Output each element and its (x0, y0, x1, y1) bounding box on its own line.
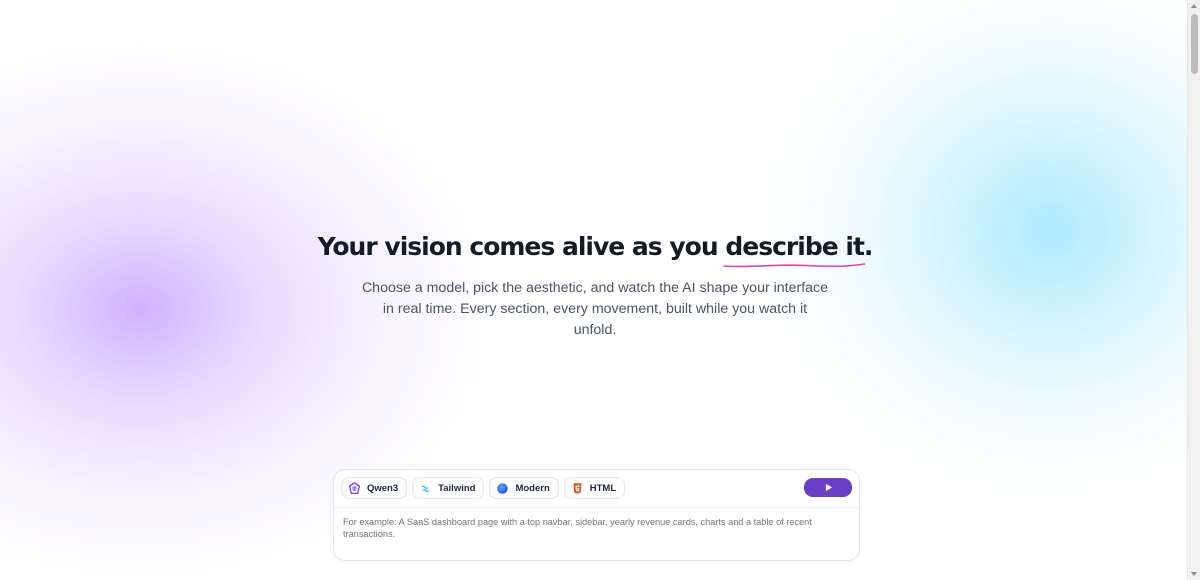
framework-select-chip[interactable]: Tailwind (412, 477, 485, 499)
output-select-chip[interactable]: HTML (563, 477, 626, 499)
page: Your vision comes alive as you describe … (0, 0, 1200, 580)
model-chip-label: Qwen3 (367, 482, 399, 494)
style-select-chip[interactable]: Modern (489, 477, 559, 499)
squiggle-underline-icon (723, 263, 866, 268)
headline-suffix: . (863, 232, 873, 261)
scroll-up-arrow-icon[interactable] (1191, 4, 1197, 8)
framework-chip-label: Tailwind (438, 482, 476, 494)
prompt-composer: Qwen3 Tailwind Modern HTML For example: … (333, 469, 860, 561)
hero-section: Your vision comes alive as you describe … (0, 230, 1190, 341)
composer-toolbar: Qwen3 Tailwind Modern HTML (334, 470, 859, 508)
model-select-chip[interactable]: Qwen3 (341, 477, 408, 499)
scroll-down-arrow-icon[interactable] (1191, 572, 1197, 576)
play-icon (825, 483, 832, 492)
style-chip-label: Modern (515, 482, 550, 494)
option-chips: Qwen3 Tailwind Modern HTML (341, 477, 626, 499)
vertical-scrollbar[interactable] (1187, 0, 1200, 580)
qwen-logo-icon (348, 481, 361, 495)
tailwind-logo-icon (419, 482, 432, 495)
hero-subtitle: Choose a model, pick the aesthetic, and … (361, 280, 829, 338)
globe-circle-icon (496, 482, 509, 495)
headline-highlight: describe it (723, 230, 866, 268)
html5-logo-icon (571, 482, 584, 495)
prompt-input[interactable] (343, 516, 833, 540)
generate-button[interactable] (804, 478, 852, 497)
headline-highlight-text: describe it (725, 232, 865, 261)
headline: Your vision comes alive as you describe … (0, 230, 1190, 268)
scrollbar-thumb[interactable] (1191, 14, 1198, 74)
headline-prefix: Your vision comes alive as you (317, 232, 726, 261)
output-chip-label: HTML (589, 482, 617, 494)
